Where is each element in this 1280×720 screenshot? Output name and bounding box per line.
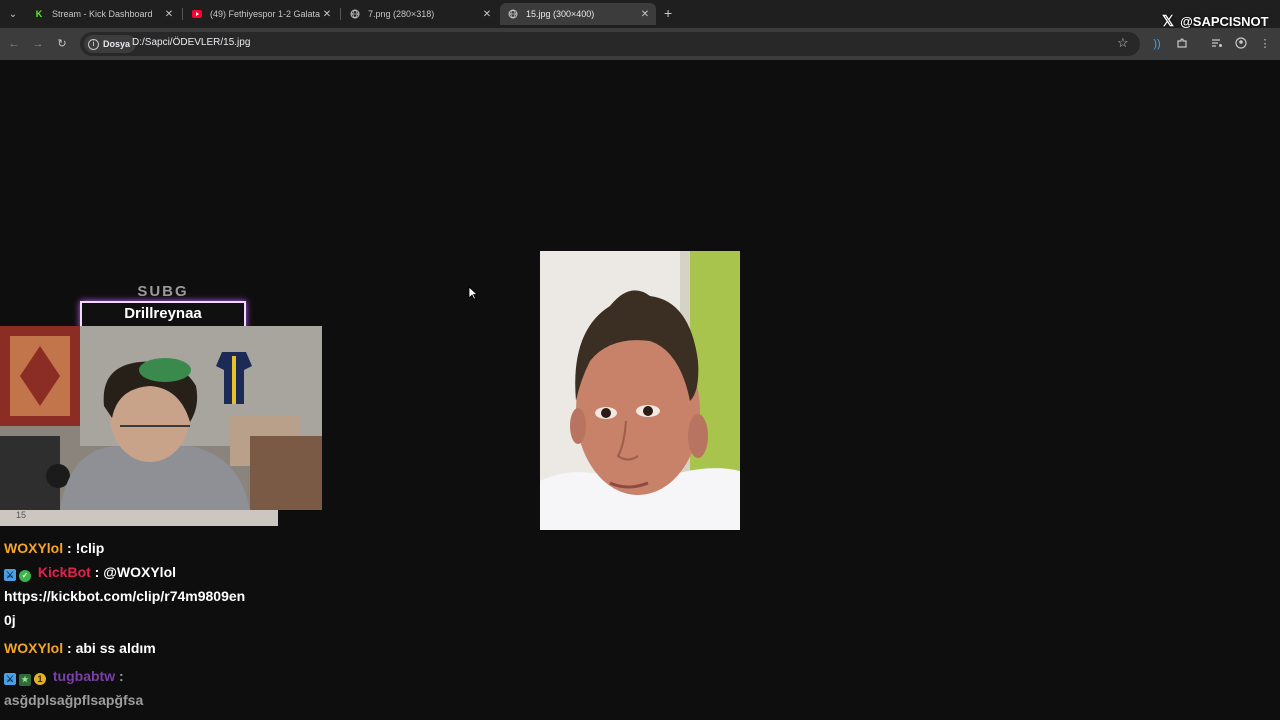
youtube-icon: [192, 9, 202, 19]
x-logo-icon: 𝕏: [1162, 13, 1175, 30]
moderator-sword-icon: ⚔: [4, 569, 16, 581]
verified-check-icon: ✓: [19, 570, 31, 582]
new-tab-button[interactable]: +: [664, 6, 672, 20]
globe-icon: [350, 9, 360, 19]
gift-count-badge-icon: 1: [34, 673, 46, 685]
extension-wave-icon[interactable]: )): [1150, 37, 1164, 51]
forward-button[interactable]: →: [30, 36, 46, 52]
tab-youtube[interactable]: (49) Fethiyespor 1-2 Galatasaray ✕: [184, 3, 338, 25]
close-icon[interactable]: ✕: [638, 9, 652, 20]
chat-separator: :: [63, 640, 76, 656]
chat-message-continuation: asğdplsağpflsapğfsa: [4, 692, 144, 708]
sub-alert-username: Drillreynaa: [80, 301, 246, 329]
chevron-down-icon: ⌄: [8, 8, 18, 20]
kick-logo-icon: K: [35, 9, 43, 19]
tab-kick-dashboard[interactable]: K Stream - Kick Dashboard ✕: [26, 3, 180, 25]
bookmark-star-icon[interactable]: ☆: [1117, 35, 1129, 51]
chat-username: WOXYlol: [4, 640, 64, 656]
x-handle-text: @SAPCISNOT: [1180, 13, 1269, 29]
chat-message: ⚔ ★ 1 tugbabtw :: [4, 664, 294, 688]
globe-icon: [508, 9, 518, 19]
mouse-cursor-icon: [468, 286, 479, 305]
tab-15-jpg[interactable]: 15.jpg (300×400) ✕: [500, 3, 656, 25]
chat-username: KickBot: [37, 564, 91, 580]
tab-search-button[interactable]: ⌄: [4, 4, 22, 24]
tab-divider: [182, 8, 183, 20]
subscriber-badge-icon: ★: [19, 674, 31, 686]
reload-button[interactable]: ↻: [54, 36, 70, 52]
sub-alert-title: SUBG: [137, 283, 189, 300]
displayed-image: [540, 251, 740, 530]
chat-separator: :: [115, 668, 124, 684]
webcam-image: [0, 326, 322, 510]
chat-username: WOXYlol: [4, 540, 64, 556]
chat-text: @WOXYlol: [103, 564, 177, 580]
address-bar[interactable]: i Dosya D:/Sapci/ÖDEVLER/15.jpg ☆: [80, 32, 1140, 56]
close-icon[interactable]: ✕: [480, 9, 494, 20]
chat-message-continuation: 0j: [4, 612, 16, 628]
tab-title: (49) Fethiyespor 1-2 Galatasaray: [210, 9, 320, 19]
webcam-caption-text: 15: [16, 510, 27, 520]
webcam-feed: [0, 326, 322, 510]
chat-text: !clip: [75, 540, 105, 556]
close-icon[interactable]: ✕: [162, 9, 176, 20]
moderator-sword-icon: ⚔: [4, 673, 16, 685]
chat-text: abi ss aldım: [75, 640, 156, 656]
chat-message: WOXYlol : abi ss aldım: [4, 636, 294, 660]
reload-icon: ↻: [57, 38, 67, 50]
arrow-right-icon: →: [32, 38, 44, 50]
browser-toolbar: ← → ↻ i Dosya D:/Sapci/ÖDEVLER/15.jpg ☆ …: [0, 28, 1280, 60]
chat-separator: :: [90, 564, 104, 580]
tab-strip: ⌄ K Stream - Kick Dashboard ✕ (49) Fethi…: [0, 0, 1280, 28]
site-info-label: Dosya: [103, 39, 131, 49]
tab-7-png[interactable]: 7.png (280×318) ✕: [342, 3, 498, 25]
chat-separator: :: [63, 540, 76, 556]
tab-title: 7.png (280×318): [368, 9, 435, 19]
chat-message: ⚔ ✓ KickBot : @WOXYlol: [4, 560, 294, 584]
kebab-menu-icon[interactable]: ⋮: [1258, 37, 1272, 51]
chat-overlay: WOXYlol : !clip ⚔ ✓ KickBot : @WOXYlol ht…: [4, 536, 294, 712]
tab-divider: [340, 8, 341, 20]
portrait-photo: [540, 251, 740, 530]
url-text[interactable]: D:/Sapci/ÖDEVLER/15.jpg: [132, 37, 250, 48]
tab-title: Stream - Kick Dashboard: [52, 9, 153, 19]
close-icon[interactable]: ✕: [320, 9, 334, 20]
arrow-left-icon: ←: [8, 38, 20, 50]
sub-alert-overlay: SUBG Drillreynaa: [80, 284, 246, 329]
tab-title: 15.jpg (300×400): [526, 9, 595, 19]
chat-message-continuation: https://kickbot.com/clip/r74m9809en: [4, 588, 246, 604]
profile-avatar-icon[interactable]: [1234, 37, 1248, 51]
chat-username: tugbabtw: [52, 668, 116, 684]
webcam-caption-bar: 15: [0, 510, 278, 526]
chat-message: WOXYlol : !clip: [4, 536, 294, 560]
back-button[interactable]: ←: [6, 36, 22, 52]
puzzle-extensions-icon[interactable]: [1175, 37, 1189, 51]
site-info-chip[interactable]: i Dosya: [84, 35, 137, 53]
info-icon: i: [88, 38, 99, 50]
x-handle-overlay: 𝕏 @SAPCISNOT: [1162, 12, 1269, 30]
media-control-icon[interactable]: [1210, 37, 1224, 51]
